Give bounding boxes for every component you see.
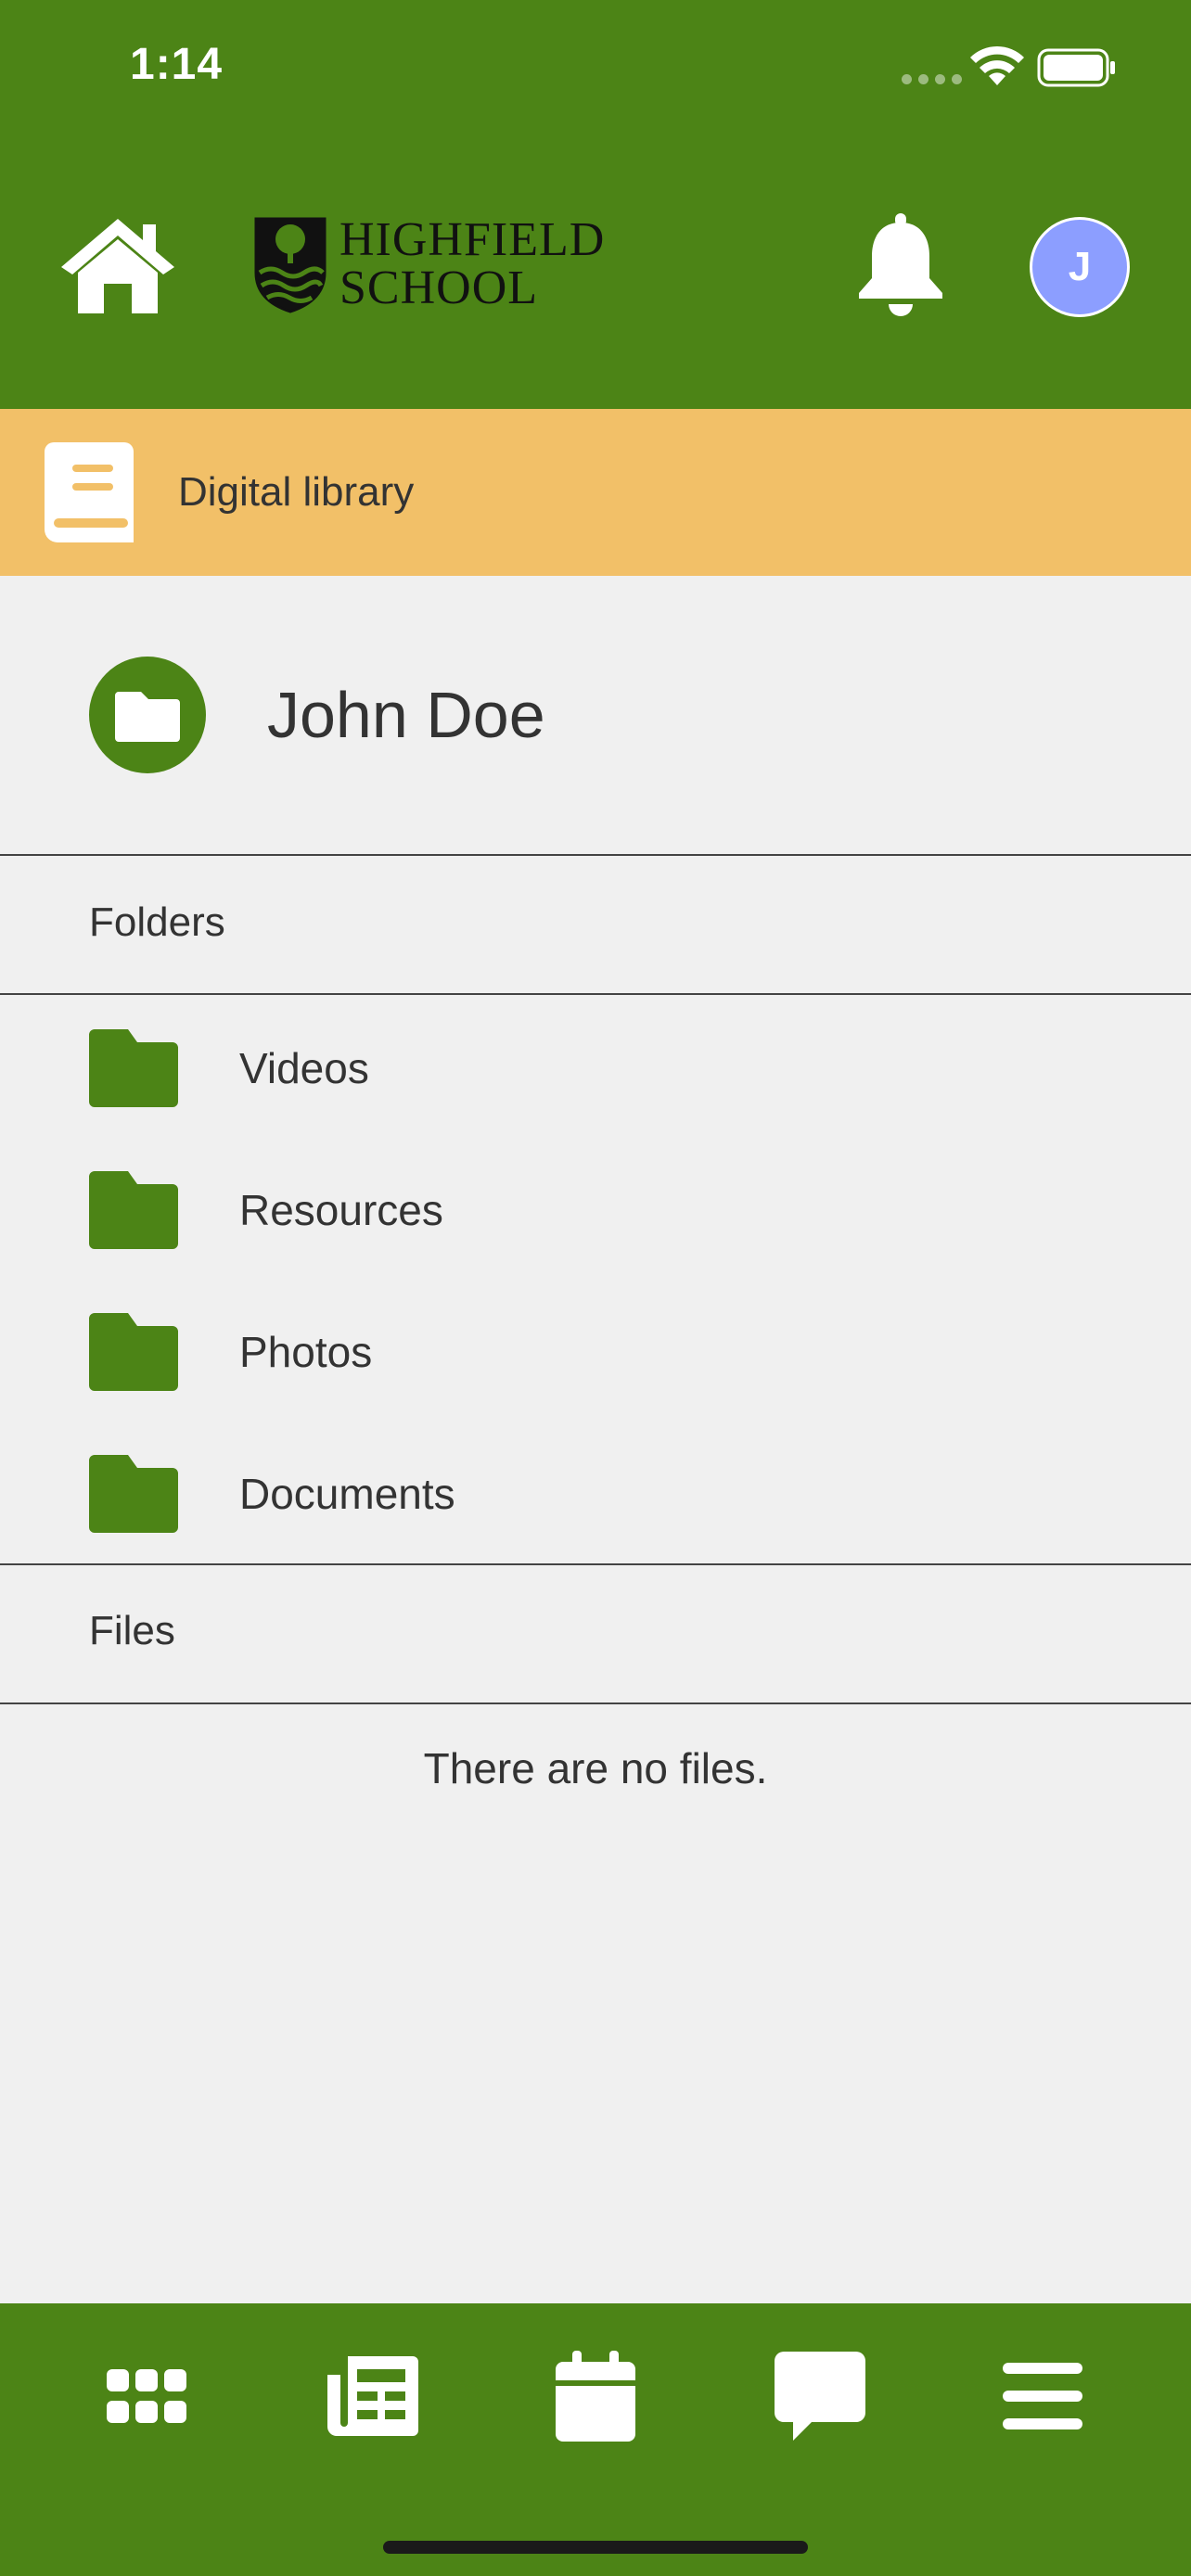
files-heading: Files [89, 1608, 175, 1653]
folder-icon [89, 1312, 178, 1391]
bell-icon[interactable] [853, 213, 948, 317]
status-time: 1:14 [130, 40, 224, 89]
school-crest-icon [254, 217, 327, 313]
logo-line-2: SCHOOL [339, 261, 539, 314]
menu-icon [1003, 2363, 1082, 2429]
home-indicator [383, 2541, 808, 2554]
divider [0, 1563, 1191, 1565]
section-bar: Digital library [0, 409, 1191, 576]
folder-item-documents[interactable]: Documents [0, 1422, 1191, 1564]
user-avatar[interactable]: J [1030, 217, 1130, 317]
apps-grid-icon [107, 2369, 186, 2423]
app-header: 1:14 HIGHFIELD SCHOOL J [0, 0, 1191, 409]
tab-menu[interactable] [987, 2340, 1098, 2452]
folder-icon [89, 1454, 178, 1533]
divider [0, 1702, 1191, 1704]
folders-heading: Folders [89, 899, 225, 945]
divider [0, 854, 1191, 856]
wifi-icon [970, 45, 1024, 85]
school-logo: HIGHFIELD SCHOOL [252, 215, 605, 313]
cellular-signal-icon [902, 74, 962, 84]
folder-list: Videos Resources Photos Documents [0, 997, 1191, 1564]
owner-folder-badge [89, 657, 206, 773]
folder-label: Photos [239, 1327, 373, 1376]
folder-icon [89, 1170, 178, 1249]
divider [0, 993, 1191, 995]
bottom-tab-bar [0, 2303, 1191, 2576]
tab-news[interactable] [317, 2340, 429, 2452]
battery-icon [1037, 48, 1115, 87]
tab-messages[interactable] [764, 2340, 876, 2452]
folder-label: Documents [239, 1469, 455, 1518]
book-icon [45, 442, 134, 542]
home-icon[interactable] [58, 215, 178, 317]
chat-icon [775, 2352, 865, 2441]
newspaper-icon [327, 2356, 418, 2436]
section-title: Digital library [178, 469, 415, 515]
folder-label: Videos [239, 1043, 369, 1092]
library-owner: John Doe [0, 576, 1191, 854]
folder-label: Resources [239, 1185, 443, 1234]
logo-line-1: HIGHFIELD [339, 213, 606, 266]
folder-icon [89, 1028, 178, 1107]
calendar-icon [556, 2351, 635, 2442]
folder-item-videos[interactable]: Videos [0, 997, 1191, 1139]
folder-icon [115, 692, 180, 742]
empty-files-message: There are no files. [423, 1744, 768, 1792]
tab-calendar[interactable] [540, 2340, 651, 2452]
owner-name: John Doe [267, 679, 545, 751]
tab-apps[interactable] [91, 2340, 202, 2452]
folder-item-photos[interactable]: Photos [0, 1281, 1191, 1422]
folder-item-resources[interactable]: Resources [0, 1139, 1191, 1281]
